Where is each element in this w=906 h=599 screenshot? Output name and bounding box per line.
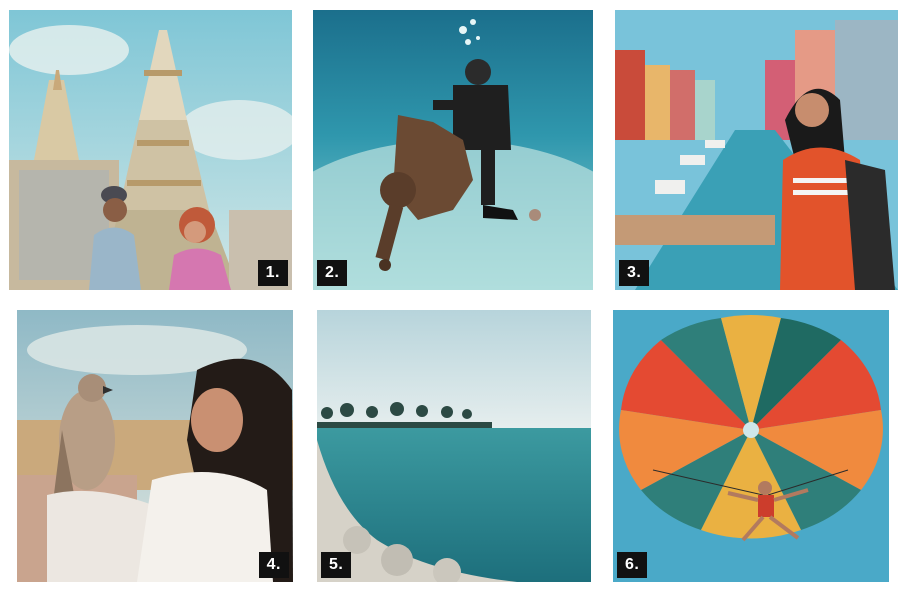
parasail-scene [613, 310, 889, 582]
photo-6-parasail: 6. [613, 310, 889, 582]
photo-2-underwater: 2. [313, 10, 593, 290]
photo-number-badge: 4. [258, 552, 289, 578]
photo-4-falcon: 4. [17, 310, 293, 582]
temple-scene [9, 10, 292, 290]
photo-number-badge: 5. [321, 552, 352, 578]
photo-number-badge: 1. [257, 260, 288, 286]
canal-scene [615, 10, 898, 290]
photo-number-badge: 3. [619, 260, 650, 286]
photo-1-temple: 1. [9, 10, 292, 290]
photo-number-badge: 6. [617, 552, 648, 578]
photo-number-badge: 2. [317, 260, 348, 286]
photo-3-canal: 3. [615, 10, 898, 290]
photo-5-coastline: 5. [317, 310, 591, 582]
underwater-scene [313, 10, 593, 290]
falcon-scene [17, 310, 293, 582]
coastline-scene [317, 310, 591, 582]
